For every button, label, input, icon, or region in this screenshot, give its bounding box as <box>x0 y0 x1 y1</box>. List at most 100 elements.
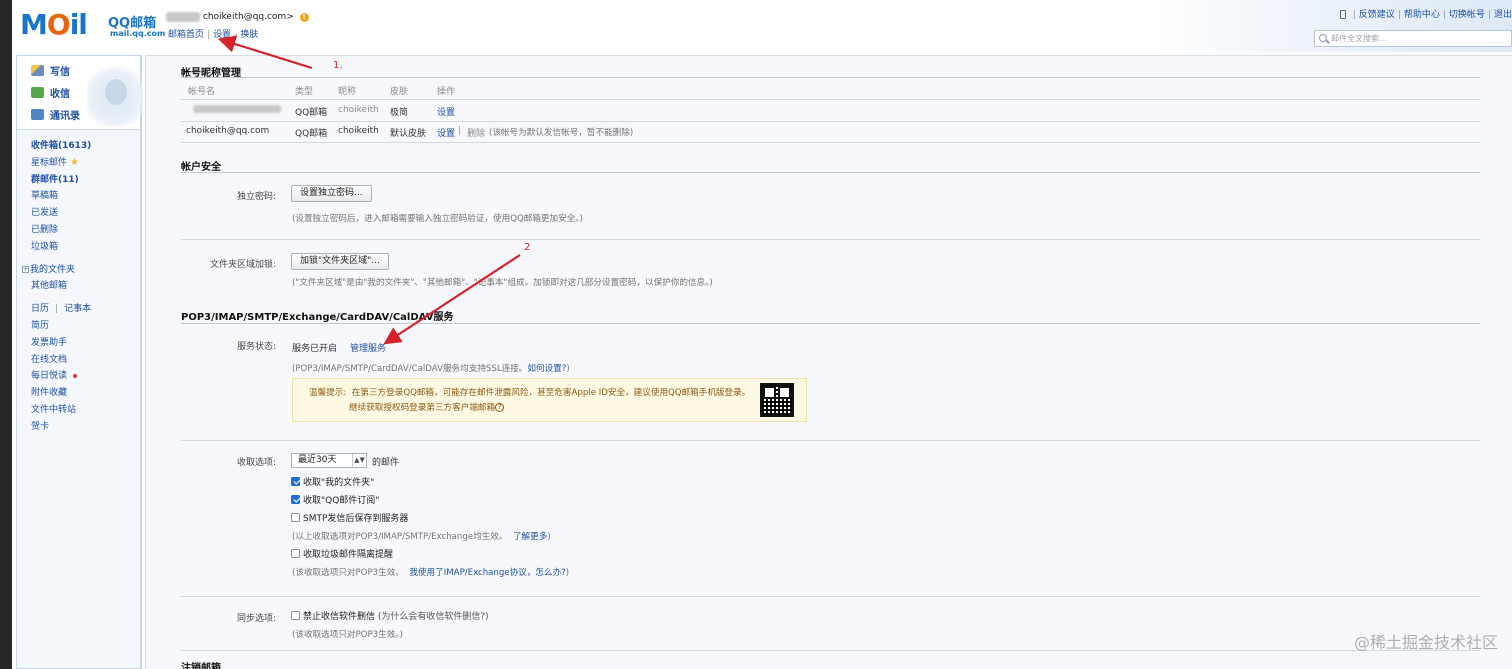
sidebar-item-starred[interactable]: 星标邮件 ★ <box>17 155 140 172</box>
sidebar-item-file-transfer[interactable]: 文件中转站 <box>17 402 140 419</box>
service-status-value: 服务已开启 <box>292 344 338 354</box>
security-section-title: 帐户安全 <box>181 162 221 173</box>
receive-range-select[interactable]: 最近30天 ▲▼ <box>291 453 367 468</box>
star-icon: ★ <box>70 156 79 168</box>
pop3-only-note: (该收取选项只对POP3生效。 我使用了IMAP/Exchange协议，怎么办?… <box>292 568 570 578</box>
why-client-delete-link[interactable]: (为什么会有收信软件删信?) <box>378 609 489 622</box>
sidebar-item-daily-read[interactable]: 每日悦读 <box>17 368 140 385</box>
contacts-button[interactable]: 通讯录 <box>31 107 80 122</box>
sidebar-item-invoice[interactable]: 发票助手 <box>17 335 140 352</box>
imap-exchange-help-link[interactable]: 我使用了IMAP/Exchange协议，怎么办? <box>409 568 565 578</box>
tip-text: 温馨提示: 在第三方登录QQ邮箱，可能存在邮件泄露风险，甚至危害Apple ID… <box>309 388 751 413</box>
col-header-account: 帐号名 <box>188 87 216 97</box>
lock-folder-area-button[interactable]: 加锁"文件夹区域"... <box>291 253 389 270</box>
forbid-client-delete-checkbox[interactable]: 禁止收信软件删信 (为什么会有收信软件删信?) <box>291 609 489 622</box>
ssl-note: (POP3/IMAP/SMTP/CardDAV/CalDAV服务均支持SSL连接… <box>292 364 570 374</box>
help-link[interactable]: 帮助中心 <box>1404 10 1440 20</box>
folder-lock-note: ("文件夹区域"是由"我的文件夹"、"其他邮箱"、"记事本"组成。加锁即对这几部… <box>292 278 713 288</box>
col-header-action: 操作 <box>437 87 456 97</box>
get-auth-code-text: 继续获取授权码登录第三方客户端邮箱 <box>349 403 496 413</box>
compose-button[interactable]: 写信 <box>31 63 70 78</box>
learn-more-link[interactable]: 了解更多 <box>513 532 547 542</box>
notes-link[interactable]: 记事本 <box>64 304 91 314</box>
change-skin-link[interactable]: 换肤 <box>240 30 258 40</box>
search-icon[interactable] <box>1319 34 1327 42</box>
new-dot-icon <box>73 373 78 378</box>
receive-my-folders-checkbox[interactable]: 收取"我的文件夹" <box>291 475 374 488</box>
select-arrows-icon: ▲▼ <box>352 454 366 467</box>
set-independent-password-button[interactable]: 设置独立密码... <box>291 185 372 202</box>
sidebar-item-spam[interactable]: 垃圾箱 <box>17 239 140 256</box>
pop3-section-title: POP3/IMAP/SMTP/Exchange/CardDAV/CalDAV服务 <box>181 312 454 323</box>
receive-options-label: 收取选项: <box>236 458 276 468</box>
logo-url: mail.qq.com <box>110 29 166 38</box>
search-input[interactable] <box>1331 32 1509 45</box>
how-to-setup-link[interactable]: 如何设置? <box>527 364 566 374</box>
checkbox-unchecked-icon <box>291 549 300 558</box>
expand-plus-icon[interactable]: + <box>22 265 29 273</box>
annotation-1: 1. <box>333 60 343 71</box>
receive-subscription-checkbox[interactable]: 收取"QQ邮件订阅" <box>291 493 379 506</box>
receive-icon <box>31 87 44 98</box>
account-2-settings-link[interactable]: 设置 <box>437 126 455 139</box>
settings-link[interactable]: 设置 <box>213 30 231 40</box>
col-header-skin: 皮肤 <box>390 87 409 97</box>
user-email: choikeith@qq.com> <box>202 12 294 22</box>
account-1-settings-link[interactable]: 设置 <box>437 105 455 118</box>
penguin-mascot-icon <box>87 61 143 127</box>
logo-wordmark: MOil <box>20 8 88 41</box>
sidebar-item-my-folders[interactable]: + 我的文件夹 <box>17 262 140 279</box>
mailbox-home-link[interactable]: 邮箱首页 <box>168 30 204 40</box>
cancel-mailbox-section-title: 注销邮箱 <box>181 663 221 669</box>
user-info: choikeith@qq.com> ! <box>166 12 309 23</box>
top-header: MOil QQ邮箱 mail.qq.com choikeith@qq.com> … <box>12 0 1512 52</box>
independent-password-label: 独立密码: <box>236 192 276 202</box>
independent-password-note: (设置独立密码后，进入邮箱需要输入独立密码验证，使用QQ邮箱更加安全。) <box>292 214 583 224</box>
contacts-icon <box>31 109 44 120</box>
security-tip-box: 温馨提示: 在第三方登录QQ邮箱，可能存在邮件泄露风险，甚至危害Apple ID… <box>292 378 807 422</box>
help-circle-icon[interactable]: ? <box>495 403 505 412</box>
warning-icon[interactable]: ! <box>299 12 309 22</box>
blurred-account <box>193 105 281 113</box>
account-2-delete-disabled: 删除 <box>467 129 486 139</box>
receive-options-note: (以上收取选项对POP3/IMAP/SMTP/Exchange均生效。 了解更多… <box>292 532 551 542</box>
tip-head: 温馨提示: <box>309 388 347 398</box>
qq-mail-page: MOil QQ邮箱 mail.qq.com choikeith@qq.com> … <box>12 0 1512 669</box>
sidebar-item-resume[interactable]: 简历 <box>17 318 140 335</box>
calendar-link[interactable]: 日历 <box>31 304 49 314</box>
top-right-links: | 反馈建议 | 帮助中心 | 切换帐号 | 退出 <box>1339 7 1512 20</box>
folder-lock-label: 文件夹区域加锁: <box>209 260 276 270</box>
sidebar-item-group[interactable]: 群邮件(11) <box>17 172 140 189</box>
sidebar-item-sent[interactable]: 已发送 <box>17 205 140 222</box>
sidebar-item-attachments[interactable]: 附件收藏 <box>17 385 140 402</box>
compose-icon <box>31 65 44 76</box>
sidebar-item-calendar-notes: 日历 | 记事本 <box>31 304 92 315</box>
qq-mail-logo[interactable]: MOil QQ邮箱 mail.qq.com <box>20 8 166 41</box>
qr-code-icon <box>760 383 794 417</box>
spam-reminder-checkbox[interactable]: 收取垃圾邮件隔离提醒 <box>291 547 393 560</box>
sidebar-item-docs[interactable]: 在线文档 <box>17 352 140 369</box>
sync-options-label: 同步选项: <box>236 614 276 624</box>
receive-button[interactable]: 收信 <box>31 85 70 100</box>
checkbox-unchecked-icon <box>291 513 300 522</box>
phone-icon[interactable] <box>1339 10 1346 19</box>
feedback-link[interactable]: 反馈建议 <box>1359 10 1395 20</box>
sidebar-item-other-mailbox[interactable]: 其他邮箱 <box>17 278 140 295</box>
blurred-nickname <box>166 12 200 22</box>
watermark: @稀土掘金技术社区 <box>1353 633 1498 652</box>
sidebar-item-greeting-cards[interactable]: 贺卡 <box>17 419 140 436</box>
left-sidebar: 写信 收信 通讯录 收件箱(1613) 星标邮件 ★ 群邮件(11) 草稿箱 已发… <box>16 55 143 669</box>
checkbox-checked-icon <box>291 477 300 486</box>
sidebar-item-drafts[interactable]: 草稿箱 <box>17 188 140 205</box>
logout-link[interactable]: 退出 <box>1494 10 1512 20</box>
sidebar-item-inbox[interactable]: 收件箱(1613) <box>17 138 140 155</box>
switch-account-link[interactable]: 切换帐号 <box>1449 10 1485 20</box>
sidebar-top-actions: 写信 收信 通讯录 <box>17 56 143 130</box>
checkbox-unchecked-icon <box>291 611 300 620</box>
annotation-2: 2 <box>524 242 531 253</box>
manage-service-link[interactable]: 管理服务 <box>350 341 386 354</box>
receive-range-suffix: 的邮件 <box>372 458 400 468</box>
smtp-save-checkbox[interactable]: SMTP发信后保存到服务器 <box>291 511 408 524</box>
left-dark-strip <box>0 0 12 669</box>
sidebar-item-deleted[interactable]: 已删除 <box>17 222 140 239</box>
